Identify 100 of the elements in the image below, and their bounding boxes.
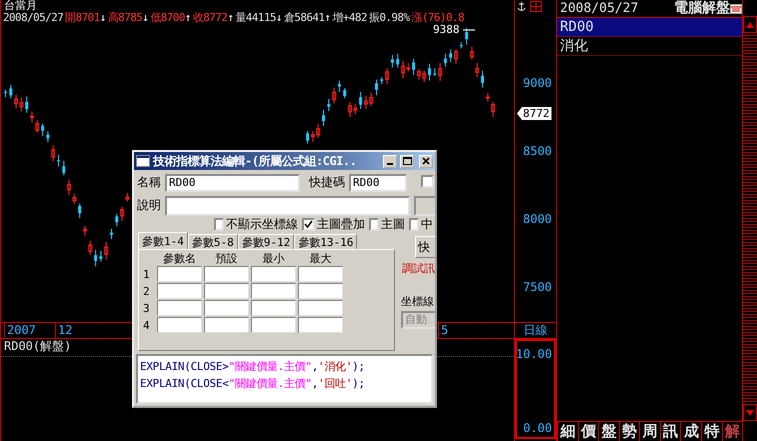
row-number: 3 [143,302,151,314]
parameter-cell[interactable] [204,317,249,333]
name-field[interactable]: RD00 [165,174,300,192]
parameter-cell[interactable] [204,300,249,316]
cut-off-field[interactable] [414,196,435,216]
parameter-tab[interactable]: 參數5-8 [188,234,238,249]
parameter-cell[interactable] [157,266,202,282]
code-editor[interactable]: EXPLAIN(CLOSE>"關鍵價量.主價",'消化'); EXPLAIN(CLOSE<"關鍵價量.主價",'回吐'); [136,354,433,404]
parameter-cell[interactable] [251,300,296,316]
signal-item[interactable]: 消化 [557,37,742,56]
candle [475,62,480,78]
option-label: 中 [421,216,433,232]
candle [51,144,56,162]
checkbox[interactable] [302,218,315,230]
column-header: 最大 [308,252,332,265]
column-header: 參數名 [162,252,197,265]
close-button[interactable] [419,154,433,168]
maximize-icon [402,157,412,165]
scroll-down-icon[interactable] [746,410,754,416]
parameter-cell[interactable] [251,266,296,282]
panel-tab[interactable]: 周 [639,422,660,441]
quote-value: 增+482 [332,11,367,24]
panel-tab[interactable]: 成 [680,422,702,441]
signal-item[interactable]: RD00 [557,18,742,37]
quote-value: 漲(76)0.8 [411,11,464,24]
quote-value: 倉58641↑ [284,11,330,24]
panel-tab[interactable]: 特 [701,422,722,441]
candle [9,84,12,99]
checkbox[interactable] [369,218,379,230]
axis-label: 坐標線 [401,294,435,309]
candle [57,154,60,167]
parameter-cell[interactable] [157,300,202,316]
grid-icon[interactable] [530,1,542,12]
candle [115,213,118,227]
parameter-cell[interactable] [157,283,202,299]
minimize-button[interactable] [383,154,397,168]
scroll-up-icon[interactable] [746,22,754,28]
column-header: 預設 [214,252,238,265]
candle [396,53,400,68]
parameter-cell[interactable] [298,317,343,333]
parameter-cell[interactable] [251,317,296,333]
candle [449,48,452,63]
anchor-icon[interactable] [517,1,526,12]
panel-title: 電腦解盤 [674,0,730,17]
candle [88,240,92,256]
parameter-cell[interactable] [204,266,249,282]
hotkey-field[interactable]: RD00 [349,174,407,192]
high-price-label: 9388 [433,24,460,36]
parameter-cell[interactable] [298,266,343,282]
price-tick: 7500 [522,280,553,294]
option-label: 主圖疊加 [317,216,365,232]
window-icon [136,155,150,167]
description-label: 說明 [137,197,161,214]
panel-tab[interactable]: 盤 [598,422,619,441]
close-icon [422,157,430,165]
parameter-tab[interactable]: 參數9-12 [238,234,294,249]
parameter-cell[interactable] [251,283,296,299]
candle [433,68,436,77]
description-field[interactable] [165,196,410,216]
candle [83,226,87,236]
name-label: 名稱 [137,174,161,191]
candle [120,206,124,222]
candle [125,192,130,202]
checkbox[interactable] [214,218,224,230]
maximize-button[interactable] [400,154,414,168]
panel-tab[interactable]: 解 [722,422,742,441]
candle [428,63,431,81]
parameter-cell[interactable] [298,283,343,299]
parameter-cell[interactable] [298,300,343,316]
checkbox[interactable] [409,218,419,230]
row-number: 1 [143,268,151,280]
code-line: EXPLAIN(CLOSE>"關鍵價量.主價",'消化'); [140,359,366,374]
hotkey-button[interactable]: 快 [415,236,435,258]
candle [322,109,325,127]
parameter-cell[interactable] [157,317,202,333]
candle [25,96,28,114]
checkbox[interactable] [421,174,434,188]
candle [78,203,82,219]
parameter-tab[interactable]: 參數1-4 [138,232,188,249]
quote-value: 2008/05/27 [3,11,64,24]
date-label: 5 [438,323,448,338]
candle [343,88,346,99]
quote-value: 收8772↑ [192,11,234,24]
candle [375,79,378,96]
instrument-title: 台當月 [3,0,38,11]
candle [110,228,113,240]
parameter-tab[interactable]: 參數13-16 [294,234,358,249]
panel-date: 2008/05/27 [560,0,638,16]
option-label: 不顯示坐標線 [226,216,298,232]
price-tick: 8500 [522,144,553,158]
date-label: 12 [55,323,72,338]
quote-value: 振0.98% [368,11,410,24]
dialog-title: 技術指標算法編輯-(所屬公式組:CGI.. [153,152,358,170]
panel-tab[interactable]: 勢 [618,422,640,441]
calendar-icon[interactable] [730,2,742,14]
panel-tab[interactable]: 細 [557,422,578,441]
parameter-cell[interactable] [204,283,249,299]
panel-tab[interactable]: 訊 [660,422,680,441]
quote-value: 低8700↑ [150,11,191,24]
panel-tab[interactable]: 價 [578,422,598,441]
